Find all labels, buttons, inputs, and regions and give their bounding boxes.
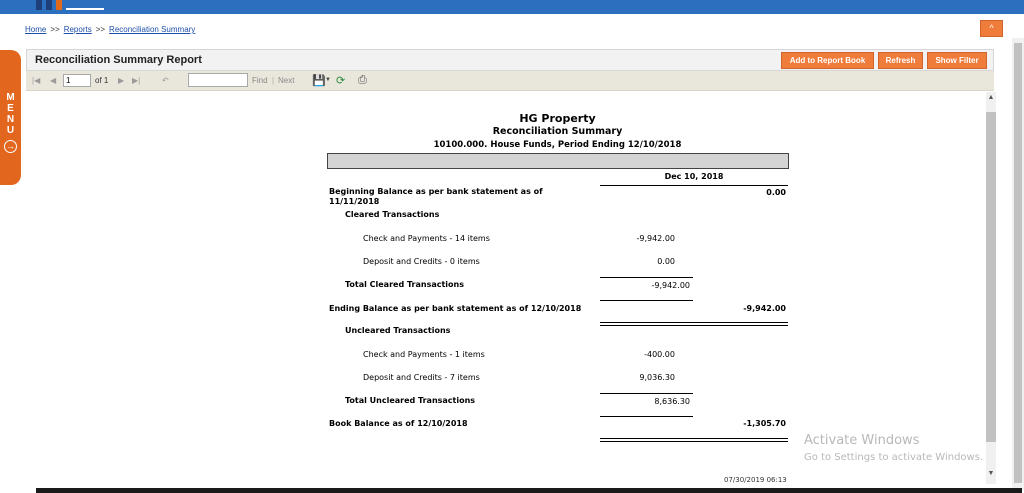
uncleared-deposit-label: Deposit and Credits - 7 items xyxy=(363,373,480,382)
breadcrumb: Home >> Reports >> Reconciliation Summary xyxy=(25,25,195,34)
back-icon[interactable]: ↶ xyxy=(162,76,169,85)
report-subtitle: 10100.000. House Funds, Period Ending 12… xyxy=(433,140,682,150)
report-header: Reconciliation Summary Report Add to Rep… xyxy=(26,49,994,71)
beginning-balance-date: 11/11/2018 xyxy=(329,197,380,206)
breadcrumb-current[interactable]: Reconciliation Summary xyxy=(109,25,195,34)
refresh-icon[interactable]: ⟳ xyxy=(336,74,345,87)
scroll-up-icon[interactable]: ▲ xyxy=(986,94,996,101)
divider xyxy=(600,416,693,417)
breadcrumb-reports[interactable]: Reports xyxy=(64,25,92,34)
breadcrumb-separator: >> xyxy=(95,25,106,34)
total-cleared-label: Total Cleared Transactions xyxy=(345,280,464,289)
activation-watermark-text: Go to Settings to activate Windows. xyxy=(804,452,984,463)
collapse-button[interactable]: ^ xyxy=(980,20,1003,37)
total-cleared-value: -9,942.00 xyxy=(651,281,690,290)
company-name: HG Property xyxy=(519,112,596,125)
activation-watermark-title: Activate Windows xyxy=(804,433,920,448)
book-balance-label: Book Balance as of 12/10/2018 xyxy=(329,419,468,428)
breadcrumb-home[interactable]: Home xyxy=(25,25,46,34)
total-uncleared-label: Total Uncleared Transactions xyxy=(345,396,476,405)
find-next-link[interactable]: Next xyxy=(278,76,294,85)
menu-label: MENU xyxy=(6,92,15,136)
cleared-check-label: Check and Payments - 14 items xyxy=(363,234,490,243)
refresh-button[interactable]: Refresh xyxy=(878,52,923,69)
last-page-icon[interactable]: ▶| xyxy=(132,76,140,85)
uncleared-deposit-value: 9,036.30 xyxy=(639,373,675,382)
report-timestamp: 07/30/2019 06:13 xyxy=(724,476,787,484)
divider xyxy=(600,300,693,301)
chevron-down-icon[interactable]: ▼ xyxy=(325,77,331,83)
date-column-header: Dec 10, 2018 xyxy=(664,172,724,181)
viewer-scrollbar[interactable]: ▲ ▼ xyxy=(986,92,996,484)
scroll-down-icon[interactable]: ▼ xyxy=(986,470,996,477)
page-title: Reconciliation Summary Report xyxy=(35,54,202,66)
uncleared-check-value: -400.00 xyxy=(644,350,675,359)
scroll-thumb[interactable] xyxy=(986,112,996,442)
ending-balance-label: Ending Balance as per bank statement as … xyxy=(329,304,582,313)
next-page-icon[interactable]: ▶ xyxy=(118,76,124,85)
uncleared-transactions-header: Uncleared Transactions xyxy=(345,326,451,335)
cleared-deposit-value: 0.00 xyxy=(657,257,675,266)
company-logo xyxy=(36,0,106,10)
add-to-report-book-button[interactable]: Add to Report Book xyxy=(781,52,874,69)
total-uncleared-value: 8,636.30 xyxy=(654,397,690,406)
previous-page-icon[interactable]: ◀ xyxy=(50,76,56,85)
toolbar-divider: | xyxy=(272,76,275,85)
page-scroll-thumb[interactable] xyxy=(1014,43,1022,483)
double-divider xyxy=(600,322,788,326)
cleared-check-value: -9,942.00 xyxy=(636,234,675,243)
divider xyxy=(600,185,788,186)
top-bar xyxy=(0,0,1024,14)
print-icon[interactable]: ⎙ xyxy=(358,74,367,87)
report-viewer xyxy=(26,92,986,490)
cleared-transactions-header: Cleared Transactions xyxy=(345,210,440,219)
export-icon[interactable]: 💾 xyxy=(312,74,326,87)
double-divider xyxy=(600,438,788,442)
page-count-label: of 1 xyxy=(95,76,109,85)
report-viewer-toolbar: |◀ ◀ of 1 ▶ ▶| ↶ Find | Next 💾 ▼ ⟳ ⎙ xyxy=(26,71,994,91)
show-filter-button[interactable]: Show Filter xyxy=(927,52,987,69)
ending-balance-value: -9,942.00 xyxy=(743,304,786,313)
bottom-border xyxy=(36,488,1022,493)
side-menu-tab[interactable]: MENU → xyxy=(0,50,21,185)
beginning-balance-value: 0.00 xyxy=(766,188,786,197)
uncleared-check-label: Check and Payments - 1 items xyxy=(363,350,485,359)
find-link[interactable]: Find xyxy=(252,76,268,85)
book-balance-value: -1,305.70 xyxy=(743,419,786,428)
divider xyxy=(600,393,693,394)
cleared-deposit-label: Deposit and Credits - 0 items xyxy=(363,257,480,266)
page-number-input[interactable] xyxy=(63,74,91,87)
page-scrollbar[interactable] xyxy=(1012,38,1024,490)
arrow-right-circle-icon: → xyxy=(4,140,17,153)
first-page-icon[interactable]: |◀ xyxy=(32,76,40,85)
breadcrumb-separator: >> xyxy=(50,25,60,34)
header-bar xyxy=(327,153,789,169)
beginning-balance-label: Beginning Balance as per bank statement … xyxy=(329,187,543,196)
report-title: Reconciliation Summary xyxy=(492,126,623,137)
find-input[interactable] xyxy=(188,73,248,87)
divider xyxy=(600,277,693,278)
